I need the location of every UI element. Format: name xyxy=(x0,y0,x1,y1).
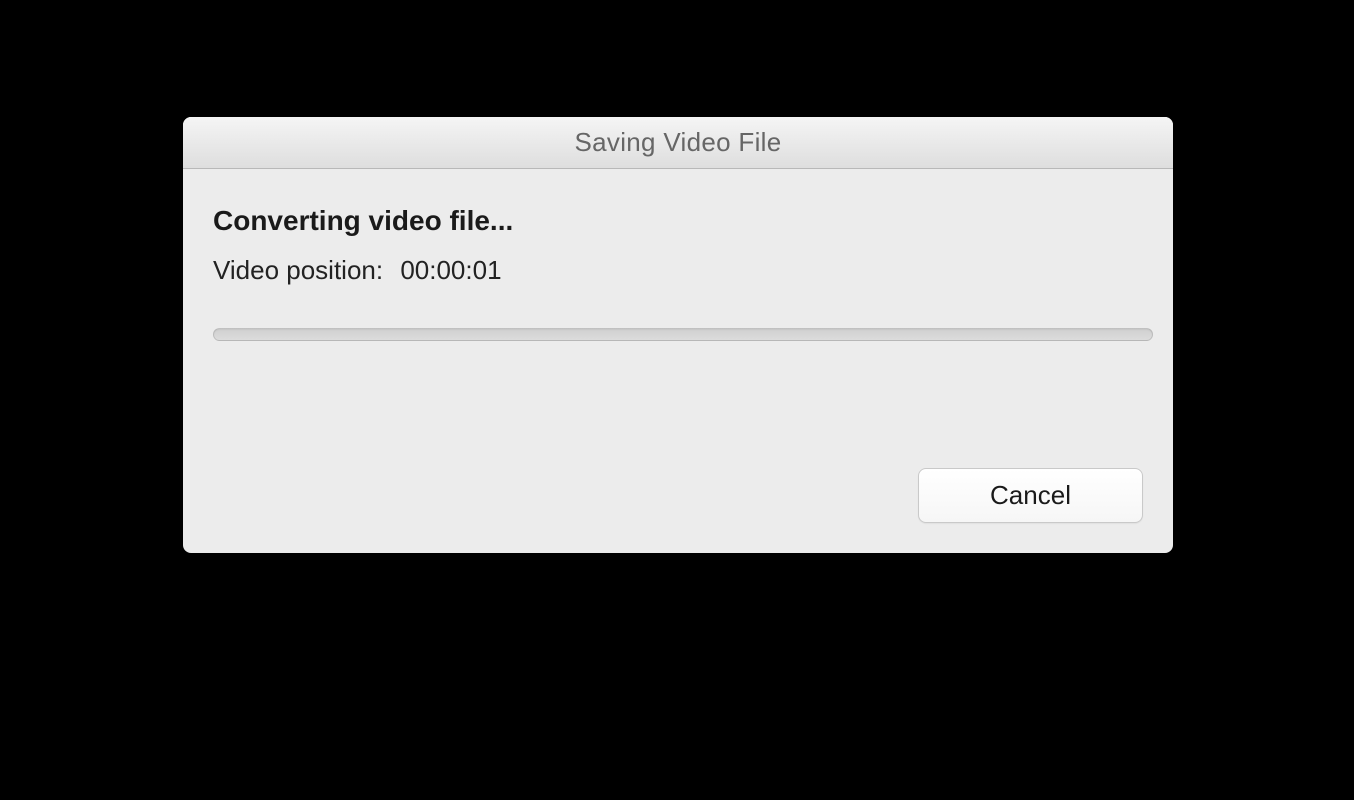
video-position-value: 00:00:01 xyxy=(400,255,501,285)
dialog-titlebar: Saving Video File xyxy=(183,117,1173,169)
dialog-content: Converting video file... Video position:… xyxy=(183,169,1173,341)
dialog-title: Saving Video File xyxy=(575,127,782,158)
progress-bar xyxy=(213,328,1153,341)
status-heading: Converting video file... xyxy=(213,205,1143,237)
cancel-button[interactable]: Cancel xyxy=(918,468,1143,523)
video-position-label: Video position: xyxy=(213,255,383,285)
button-row: Cancel xyxy=(918,468,1143,523)
video-position-row: Video position: 00:00:01 xyxy=(213,255,1143,286)
saving-video-dialog: Saving Video File Converting video file.… xyxy=(183,117,1173,553)
